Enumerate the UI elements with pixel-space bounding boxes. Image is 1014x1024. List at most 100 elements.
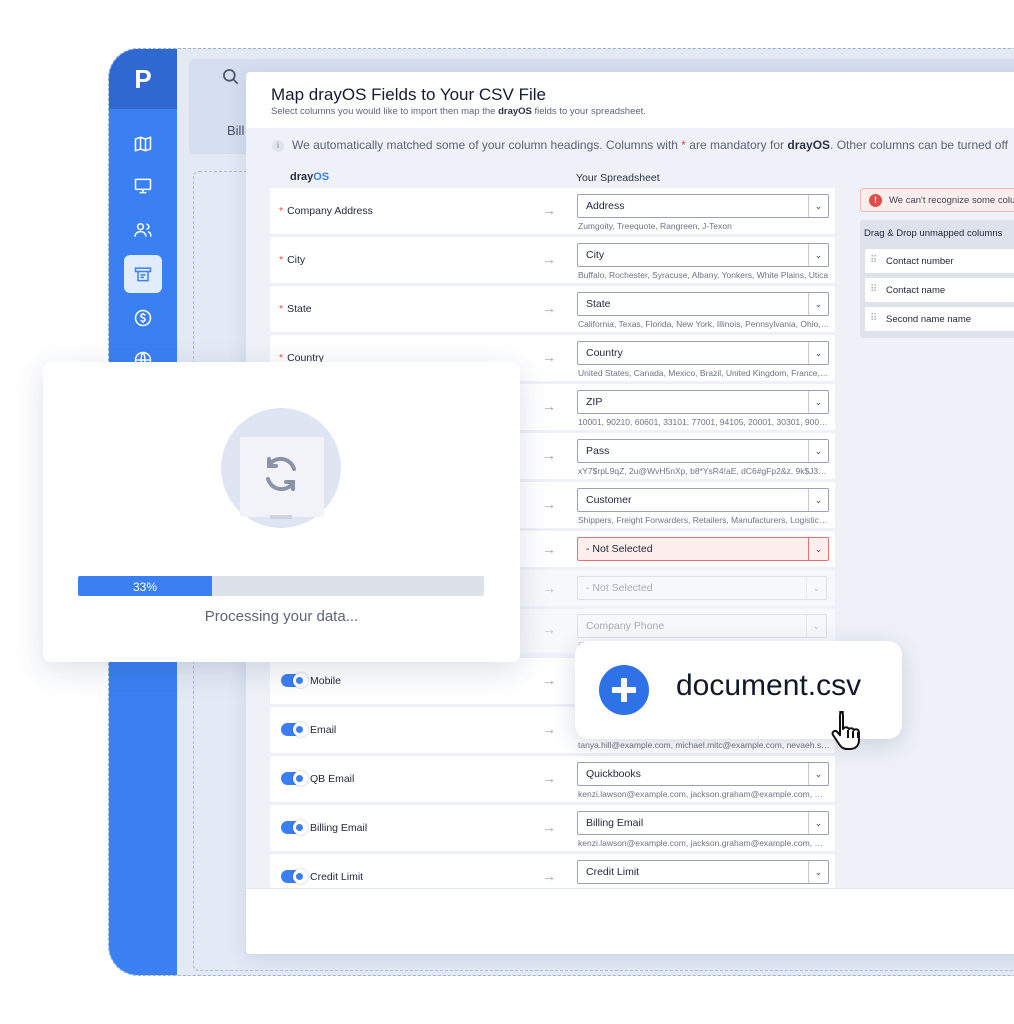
invoice-icon[interactable] [124, 255, 162, 293]
background-tab[interactable]: Bill [227, 123, 244, 138]
chevron-down-icon[interactable]: ⌄ [808, 391, 828, 413]
drag-handle-icon[interactable]: ⠿ [870, 313, 877, 324]
chevron-down-icon[interactable]: ⌄ [808, 489, 828, 511]
chevron-down-icon[interactable]: ⌄ [806, 577, 826, 599]
field-toggle[interactable] [281, 722, 308, 737]
sample-values: Buffalo, Rochester, Syracuse, Albany, Yo… [578, 270, 829, 280]
field-label: Email [310, 724, 337, 736]
chevron-down-icon[interactable]: ⌄ [806, 615, 826, 637]
unmapped-columns-panel: Drag & Drop unmapped columns ⠿ Contact nu… [860, 220, 1014, 338]
column-header-spreadsheet: Your Spreadsheet [576, 172, 660, 184]
modal-subtitle: Select columns you would like to import … [271, 106, 646, 117]
draggable-column[interactable]: ⠿ Second name name [865, 307, 1014, 331]
mapping-row: Billing Email → Billing Email ⌄ kenzi.law… [270, 805, 835, 851]
arrow-right-icon: → [542, 541, 556, 557]
progress-label: 33% [132, 580, 157, 594]
column-select[interactable]: Customer ⌄ [577, 488, 829, 512]
sample-values: tanya.hill@example.com, michael.mitc@exa… [578, 740, 830, 750]
arrow-right-icon: → [542, 580, 556, 596]
panel-title: Drag & Drop unmapped columns [864, 228, 1003, 239]
chevron-down-icon[interactable]: ⌄ [808, 763, 828, 785]
sample-values: xY7$rpL9qZ, 2u@WvH5nXp, b8*YsR4!aE, dC6#… [578, 466, 830, 476]
users-icon[interactable] [124, 211, 162, 249]
processing-card: 33% Processing your data... [43, 362, 520, 662]
field-toggle[interactable] [281, 771, 308, 786]
arrow-right-icon: → [542, 868, 556, 884]
sample-values: Shippers, Freight Forwarders, Retailers,… [578, 515, 830, 525]
field-label: Credit Limit [310, 871, 364, 883]
sample-values: Zumgoity, Treequote, Rangreen, J-Texon [578, 221, 732, 231]
column-select[interactable]: Pass ⌄ [577, 439, 829, 463]
search-icon[interactable] [221, 67, 241, 92]
arrow-right-icon: → [542, 721, 556, 737]
column-select[interactable]: - Not Selected ⌄ [577, 537, 829, 561]
arrow-right-icon: → [542, 496, 556, 512]
chevron-down-icon[interactable]: ⌄ [808, 538, 828, 560]
sample-values: United States, Canada, Mexico, Brazil, U… [578, 368, 830, 378]
column-select[interactable]: - Not Selected ⌄ [577, 576, 827, 600]
field-toggle[interactable] [281, 869, 308, 884]
field-label: Mobile [310, 675, 341, 687]
modal-footer [246, 888, 1014, 954]
chevron-down-icon[interactable]: ⌄ [808, 244, 828, 266]
arrow-right-icon: → [542, 251, 556, 267]
drag-handle-icon[interactable]: ⠿ [870, 255, 877, 266]
sample-values: kenzi.lawson@example.com, jackson.graham… [578, 789, 830, 799]
column-select[interactable]: Company Phone ⌄ [577, 614, 827, 638]
column-select[interactable]: ZIP ⌄ [577, 390, 829, 414]
field-toggle[interactable] [281, 820, 308, 835]
column-select[interactable]: Billing Email ⌄ [577, 811, 829, 835]
mapping-row: * City → City ⌄ Buffalo, Rochester, Syracu… [270, 237, 835, 283]
chevron-down-icon[interactable]: ⌄ [808, 293, 828, 315]
sample-values: 10001, 90210, 60601, 33101, 77001, 94105… [578, 417, 830, 427]
mapping-row: Credit Limit → Credit Limit ⌄ [270, 854, 835, 888]
chevron-down-icon[interactable]: ⌄ [808, 440, 828, 462]
chevron-down-icon[interactable]: ⌄ [808, 342, 828, 364]
progress-bar: 33% [78, 576, 484, 596]
arrow-right-icon: → [542, 349, 556, 365]
info-icon: i [272, 140, 284, 152]
drag-handle-icon[interactable]: ⠿ [870, 284, 877, 295]
file-name: document.csv [676, 669, 862, 702]
map-icon[interactable] [124, 125, 162, 163]
column-select[interactable]: Address ⌄ [577, 194, 829, 218]
column-select[interactable]: City ⌄ [577, 243, 829, 267]
field-label: * State [279, 303, 312, 315]
arrow-right-icon: → [542, 621, 556, 637]
column-header-drayos: drayOS [290, 171, 330, 183]
field-label: * Company Address [279, 205, 373, 217]
error-icon: ! [869, 194, 882, 207]
draggable-column[interactable]: ⠿ Contact name [865, 278, 1014, 302]
chevron-down-icon[interactable]: ⌄ [808, 195, 828, 217]
sample-values: California, Texas, Florida, New York, Il… [578, 319, 830, 329]
arrow-right-icon: → [542, 819, 556, 835]
column-select[interactable]: State ⌄ [577, 292, 829, 316]
chevron-down-icon[interactable]: ⌄ [808, 812, 828, 834]
mapping-row: QB Email → Quickbooks ⌄ kenzi.lawson@exam… [270, 756, 835, 802]
arrow-right-icon: → [542, 300, 556, 316]
arrow-right-icon: → [542, 447, 556, 463]
pointer-hand-icon [826, 708, 872, 759]
column-select[interactable]: Credit Limit ⌄ [577, 860, 829, 884]
marketing-illustration: P Bill Map drayOS Fields to Your CSV Fil… [0, 0, 1014, 1024]
processing-message: Processing your data... [204, 608, 359, 625]
column-select[interactable]: Country ⌄ [577, 341, 829, 365]
dollar-icon[interactable] [124, 299, 162, 337]
info-message: i We automatically matched some of your c… [272, 138, 1008, 152]
illustration-stand [270, 515, 292, 519]
draggable-column[interactable]: ⠿ Contact number [865, 249, 1014, 273]
arrow-right-icon: → [542, 202, 556, 218]
column-select[interactable]: Quickbooks ⌄ [577, 762, 829, 786]
mapping-row: * Company Address → Address ⌄ Zumgoity, Tr… [270, 188, 835, 234]
unrecognized-columns-alert: ! We can't recognize some columns [860, 188, 1014, 212]
chevron-down-icon[interactable]: ⌄ [808, 861, 828, 883]
modal-title: Map drayOS Fields to Your CSV File [271, 85, 546, 104]
add-icon[interactable] [599, 665, 649, 715]
sync-icon [257, 450, 305, 503]
field-toggle[interactable] [281, 673, 308, 688]
app-logo[interactable]: P [109, 49, 177, 109]
monitor-icon[interactable] [124, 167, 162, 205]
arrow-right-icon: → [542, 672, 556, 688]
sample-values: kenzi.lawson@example.com, jackson.graham… [578, 838, 830, 848]
field-label: * City [279, 254, 306, 266]
